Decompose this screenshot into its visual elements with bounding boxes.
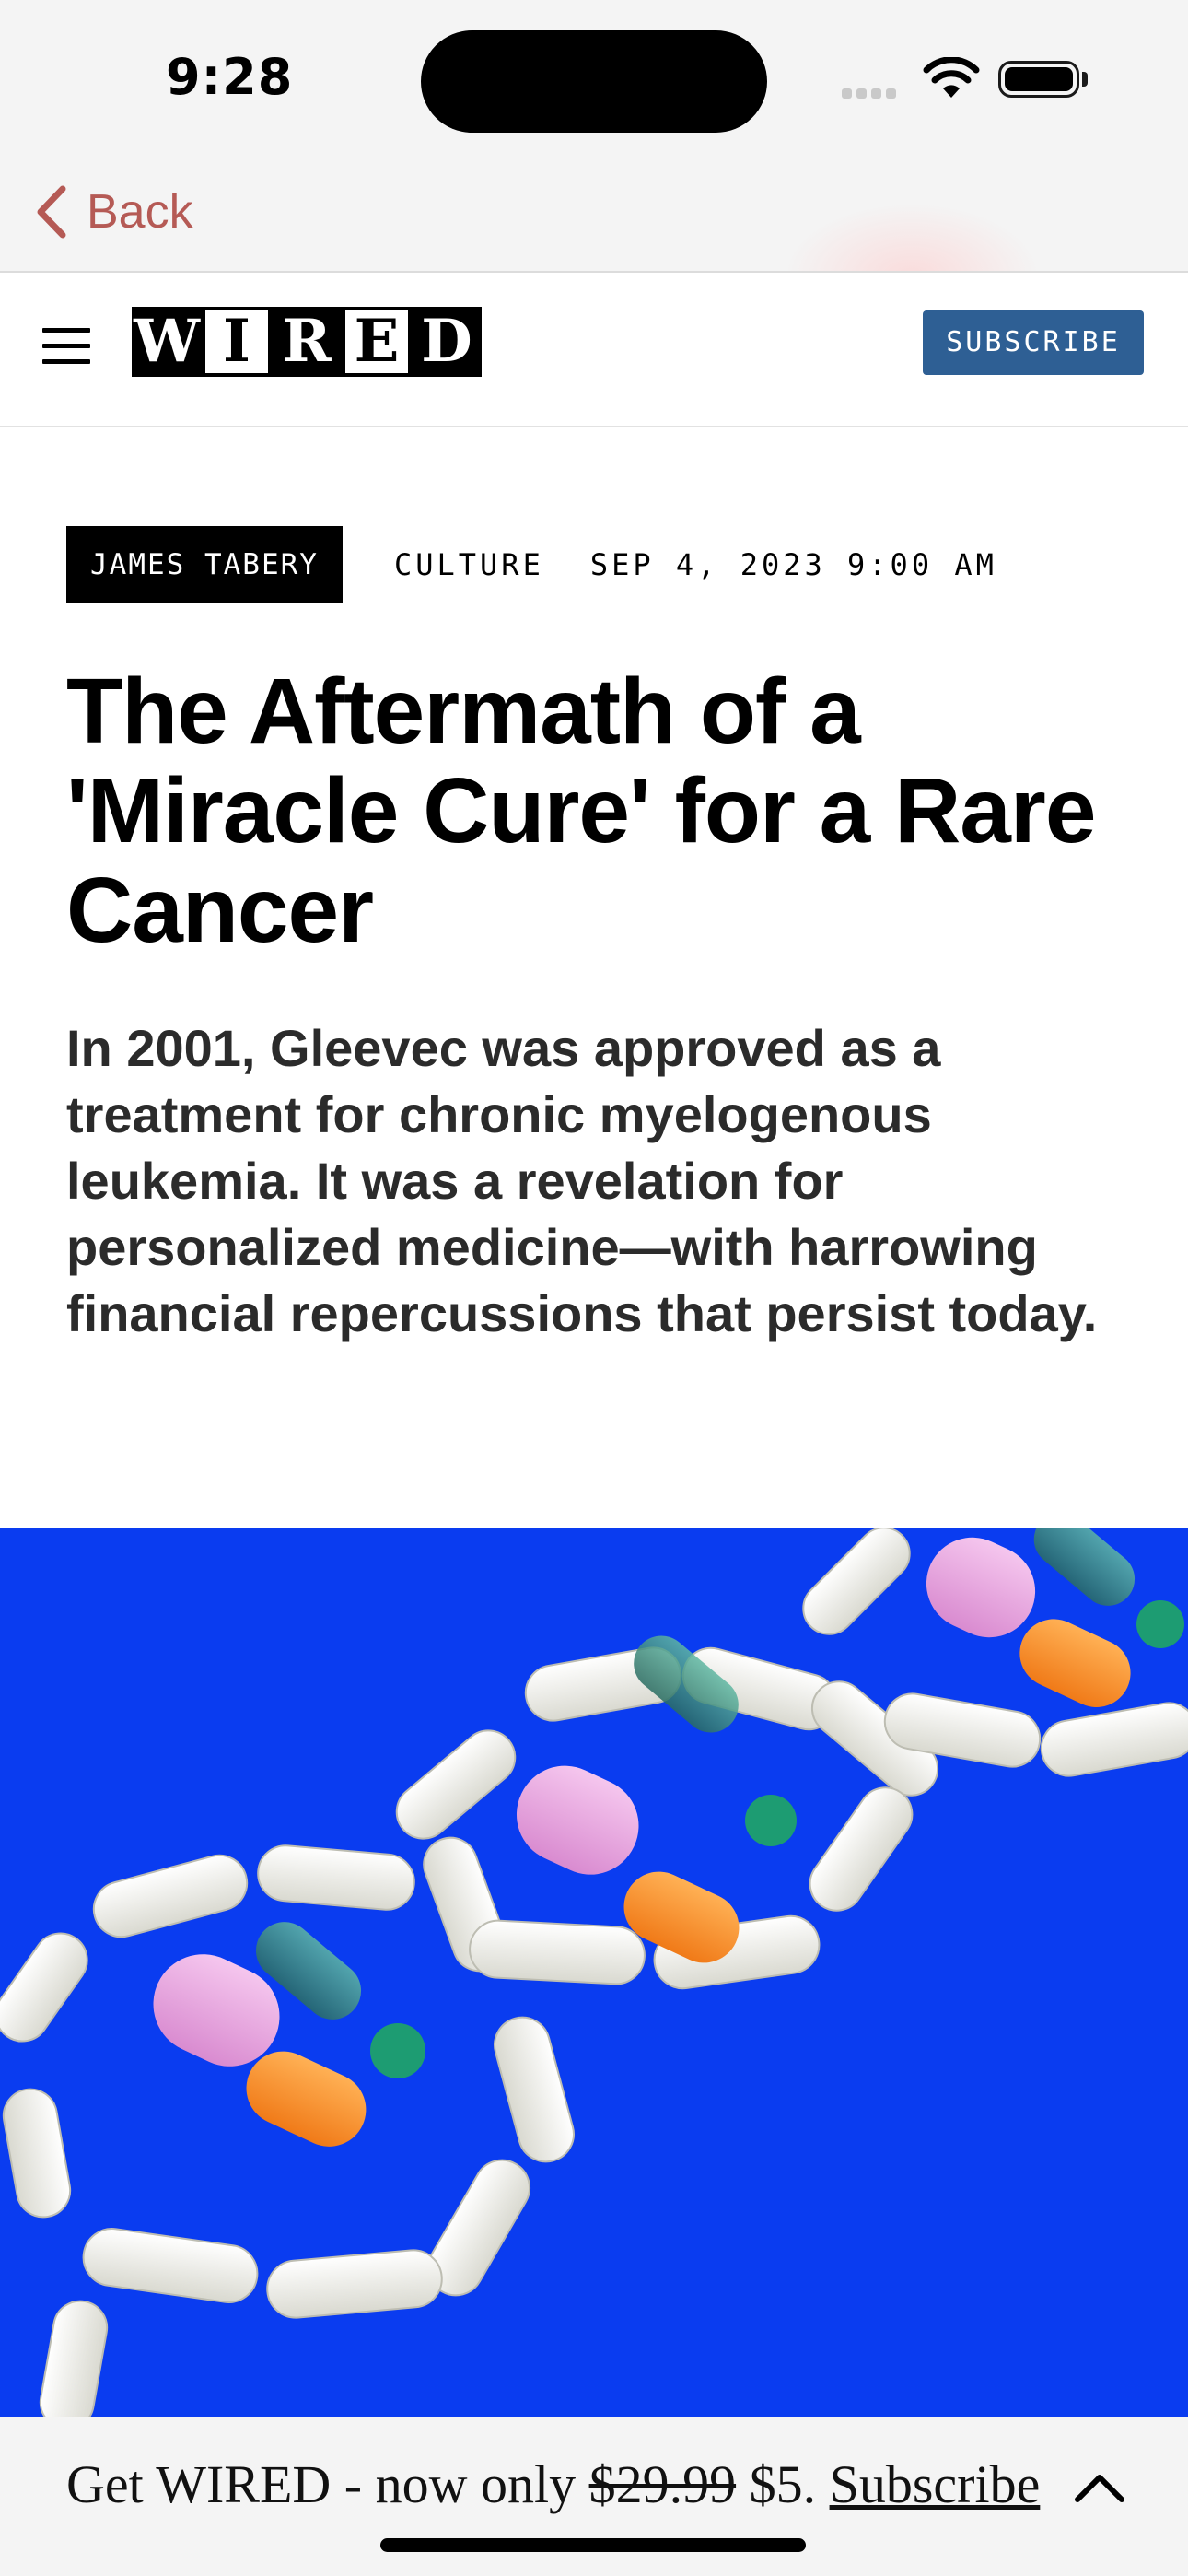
back-label: Back [87, 185, 193, 239]
article-headline: The Aftermath of a 'Miracle Cure' for a … [66, 660, 1096, 962]
promo-prefix: Get WIRED - now only [66, 2454, 589, 2514]
battery-tip [1082, 72, 1088, 87]
hamburger-menu-icon[interactable] [42, 328, 90, 369]
pills-dna-illustration [0, 1528, 1188, 2417]
promo-subscribe-link[interactable]: Subscribe [830, 2454, 1041, 2514]
logo-letter: D [412, 307, 482, 377]
browser-nav-bar: Back [0, 157, 1188, 273]
logo-letter: R [272, 307, 342, 377]
dynamic-island [421, 30, 767, 133]
battery-icon [998, 61, 1079, 98]
nav-glow-decoration [783, 203, 1041, 271]
article-dek: In 2001, Gleevec was approved as a treat… [66, 1019, 1098, 1342]
site-header: W I R E D SUBSCRIBE [0, 273, 1188, 427]
subscribe-button[interactable]: SUBSCRIBE [923, 310, 1144, 375]
author-link[interactable]: JAMES TABERY [66, 526, 343, 603]
wifi-icon [923, 57, 980, 98]
home-indicator[interactable] [380, 2538, 806, 2552]
chevron-left-icon [37, 185, 66, 239]
chevron-up-icon[interactable] [1074, 2472, 1125, 2503]
logo-letter: E [342, 307, 412, 377]
hero-image [0, 1528, 1188, 2417]
article-meta: JAMES TABERY CULTURE SEP 4, 2023 9:00 AM [66, 526, 997, 603]
promo-old-price: $29.99 [588, 2454, 737, 2514]
promo-text: Get WIRED - now only $29.99 $5. Subscrib… [66, 2453, 1040, 2515]
subscription-promo-bar: Get WIRED - now only $29.99 $5. Subscrib… [0, 2417, 1188, 2576]
cellular-signal-icon [842, 87, 901, 103]
back-button[interactable]: Back [35, 179, 193, 245]
wired-logo[interactable]: W I R E D [132, 307, 482, 377]
status-time: 9:28 [166, 48, 294, 106]
publish-date: SEP 4, 2023 9:00 AM [589, 547, 997, 582]
category-link[interactable]: CULTURE [394, 547, 544, 582]
logo-letter: W [132, 307, 202, 377]
logo-letter: I [202, 307, 272, 377]
promo-new-price: $5. [736, 2454, 830, 2514]
status-bar: 9:28 [0, 0, 1188, 157]
